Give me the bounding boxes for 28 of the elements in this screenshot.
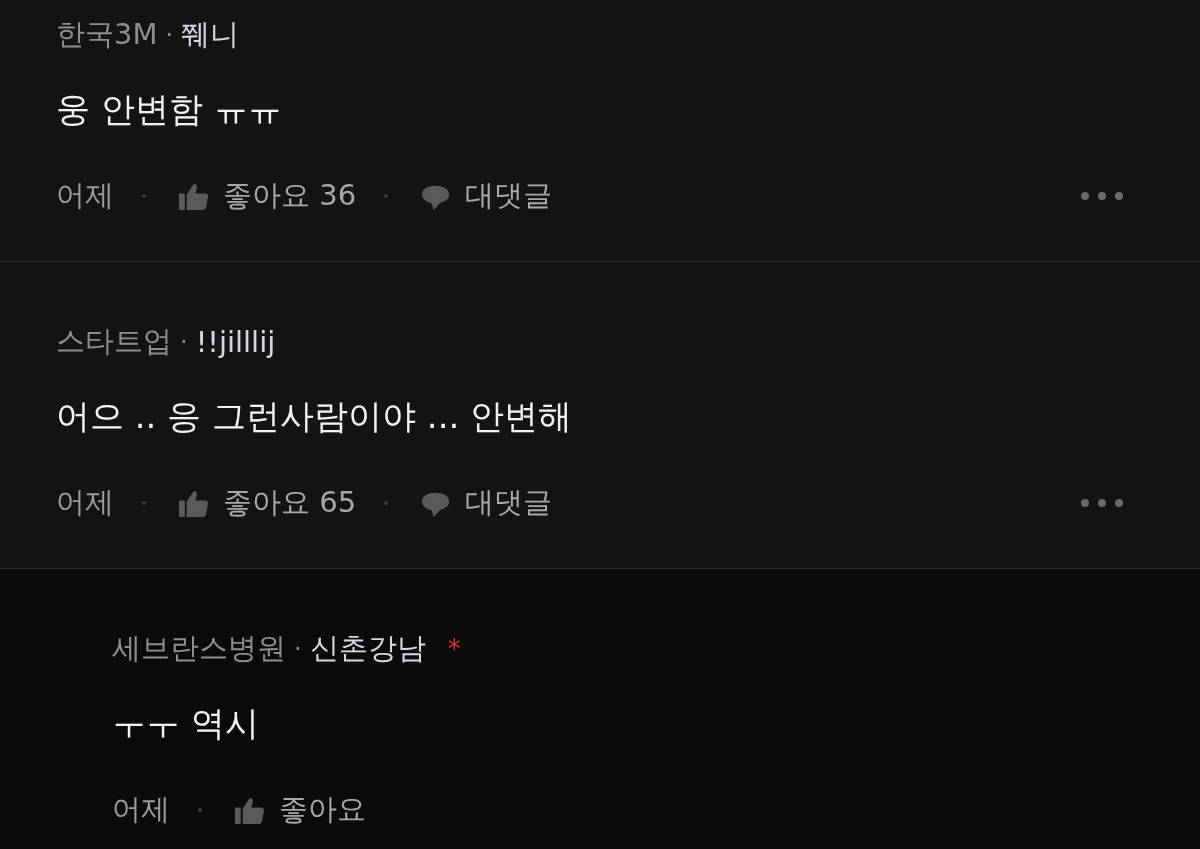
- separator: ·: [294, 635, 302, 663]
- separator: ·: [165, 21, 174, 49]
- more-icon[interactable]: [1079, 497, 1125, 509]
- timestamp: 어제: [56, 484, 114, 521]
- timestamp: 어제: [56, 177, 114, 214]
- timestamp: 어제: [112, 791, 170, 828]
- like-button[interactable]: 좋아요 65: [223, 483, 357, 523]
- separator-dot: [384, 194, 389, 198]
- reply-button[interactable]: 대댓글: [465, 176, 553, 216]
- comment-text: 웅 안변함 ㅠㅠ: [56, 88, 283, 131]
- separator-dot: [142, 194, 146, 198]
- company-name: 세브란스병원: [112, 630, 286, 667]
- like-button[interactable]: 좋아요 36: [223, 176, 357, 216]
- comment-text: 어으 .. 응 그런사람이야 ... 안변해: [56, 395, 574, 438]
- author-name: !!jilllij: [195, 325, 276, 359]
- separator-dot: [142, 501, 146, 505]
- reply-button[interactable]: 대댓글: [465, 483, 553, 523]
- company-name: 스타트업: [56, 323, 172, 360]
- author-mark: *: [447, 634, 461, 664]
- like-button[interactable]: 좋아요: [279, 790, 366, 830]
- separator-dot: [198, 808, 202, 812]
- comment-text: ㅜㅜ 역시: [112, 702, 260, 745]
- separator: ·: [180, 328, 188, 356]
- more-icon[interactable]: [1079, 190, 1125, 202]
- company-name: 한국3M: [56, 16, 158, 53]
- separator-dot: [384, 501, 389, 505]
- author-name: 쮀니: [181, 16, 240, 53]
- author-name: 신촌강남: [309, 630, 426, 667]
